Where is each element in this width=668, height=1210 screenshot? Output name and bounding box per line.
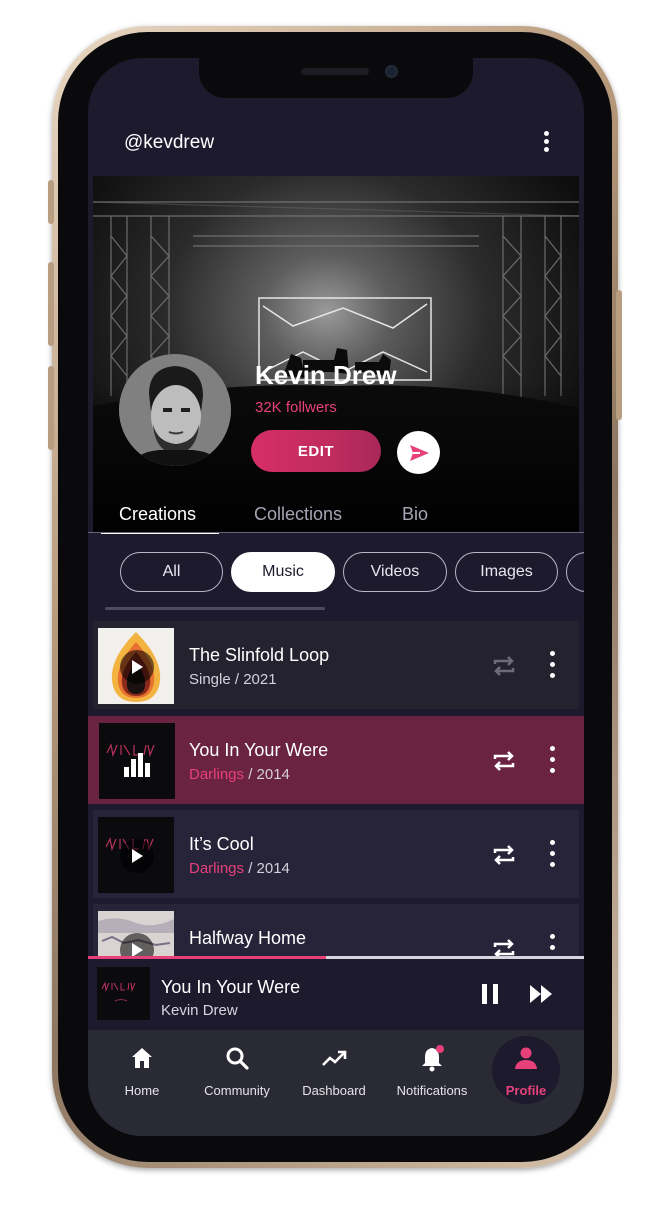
- repeat-icon[interactable]: [491, 653, 517, 679]
- filter-music[interactable]: Music: [231, 552, 335, 592]
- speaker: [301, 68, 369, 75]
- track-options-icon[interactable]: [545, 934, 559, 956]
- tab-collections[interactable]: Collections: [254, 504, 342, 525]
- track-title: It’s Cool: [189, 834, 254, 854]
- nav-home[interactable]: Home: [97, 1044, 187, 1104]
- filter-more[interactable]: [566, 552, 584, 592]
- notification-badge: [436, 1045, 444, 1053]
- home-icon: [132, 1048, 152, 1068]
- app-screen: @kevdrew Kevin Drew 32K follwers EDIT Cr…: [88, 58, 584, 1136]
- send-icon: [409, 444, 429, 461]
- track-artwork: [99, 723, 175, 799]
- profile-name: Kevin Drew: [255, 360, 397, 390]
- nav-label: Community: [204, 1083, 270, 1098]
- more-options-icon[interactable]: [536, 128, 556, 158]
- play-icon[interactable]: [120, 839, 154, 873]
- track-artwork: [98, 628, 174, 704]
- nav-label: Profile: [505, 1083, 547, 1098]
- filter-chips: All Music Videos Images: [88, 534, 584, 610]
- track-options-icon[interactable]: [545, 840, 559, 870]
- track-title: Halfway Home: [189, 928, 307, 948]
- track-artwork: [98, 817, 174, 893]
- track-meta: Darlings / 2014: [189, 766, 290, 783]
- camera-icon: [385, 65, 398, 78]
- repeat-icon[interactable]: [491, 748, 517, 774]
- track-artwork: [98, 911, 174, 956]
- nav-label: Home: [124, 1083, 160, 1098]
- avatar-portrait: [119, 354, 231, 466]
- fast-forward-icon[interactable]: [529, 984, 555, 1004]
- filter-all[interactable]: All: [120, 552, 223, 592]
- chips-scrollbar[interactable]: [105, 607, 325, 610]
- follower-count[interactable]: 32K follwers: [255, 399, 337, 416]
- track-title: You In Your Were: [189, 740, 329, 760]
- bottom-navigation: Home Community Dashboard Notifications P…: [88, 1030, 584, 1136]
- tabs-divider: [88, 532, 584, 533]
- nav-profile[interactable]: Profile: [481, 1044, 571, 1104]
- notch: [199, 58, 473, 98]
- volume-down-button: [48, 366, 54, 450]
- track-meta: Darlings / 2014: [189, 860, 290, 877]
- track-meta: Single / 2021: [189, 671, 277, 688]
- username: @kevdrew: [124, 132, 215, 153]
- filter-images[interactable]: Images: [455, 552, 558, 592]
- tab-creations[interactable]: Creations: [119, 504, 196, 525]
- tab-bio[interactable]: Bio: [402, 504, 428, 525]
- nav-label: Notifications: [396, 1083, 468, 1098]
- power-button: [616, 290, 622, 420]
- equalizer-icon: [124, 753, 152, 777]
- edit-profile-button[interactable]: EDIT: [251, 430, 381, 472]
- album-link[interactable]: Darlings: [189, 766, 244, 783]
- now-playing-artist: Kevin Drew: [161, 1002, 238, 1019]
- mini-player[interactable]: You In Your Were Kevin Drew: [88, 959, 584, 1029]
- profile-tabs: Creations Collections Bio: [88, 498, 584, 535]
- volume-up-button: [48, 262, 54, 346]
- silent-switch: [48, 180, 54, 224]
- pause-icon[interactable]: [482, 984, 500, 1004]
- nav-community[interactable]: Community: [192, 1044, 282, 1104]
- track-row[interactable]: The Slinfold Loop Single / 2021: [93, 621, 579, 709]
- nav-label: Dashboard: [302, 1083, 366, 1098]
- repeat-icon[interactable]: [491, 936, 517, 956]
- person-icon: [515, 1047, 537, 1069]
- filter-videos[interactable]: Videos: [343, 552, 447, 592]
- nav-notifications[interactable]: Notifications: [387, 1044, 477, 1104]
- track-row[interactable]: Halfway Home: [93, 904, 579, 956]
- nav-dashboard[interactable]: Dashboard: [289, 1044, 379, 1104]
- darlings-artwork: [97, 967, 150, 1020]
- track-options-icon[interactable]: [545, 651, 559, 681]
- track-row[interactable]: It’s Cool Darlings / 2014: [93, 810, 579, 898]
- track-title: The Slinfold Loop: [189, 645, 330, 665]
- share-button[interactable]: [397, 431, 440, 474]
- album-link[interactable]: Darlings: [189, 860, 244, 877]
- avatar[interactable]: [119, 354, 231, 466]
- now-playing-artwork: [97, 967, 150, 1020]
- repeat-icon[interactable]: [491, 842, 517, 868]
- play-icon[interactable]: [120, 650, 154, 684]
- bell-icon: [422, 1045, 444, 1072]
- trending-up-icon: [322, 1050, 347, 1066]
- top-bar: @kevdrew: [88, 118, 584, 168]
- search-icon: [226, 1047, 249, 1070]
- now-playing-title: You In Your Were: [161, 977, 301, 997]
- track-options-icon[interactable]: [545, 746, 559, 776]
- track-row-playing[interactable]: You In Your Were Darlings / 2014: [88, 716, 584, 804]
